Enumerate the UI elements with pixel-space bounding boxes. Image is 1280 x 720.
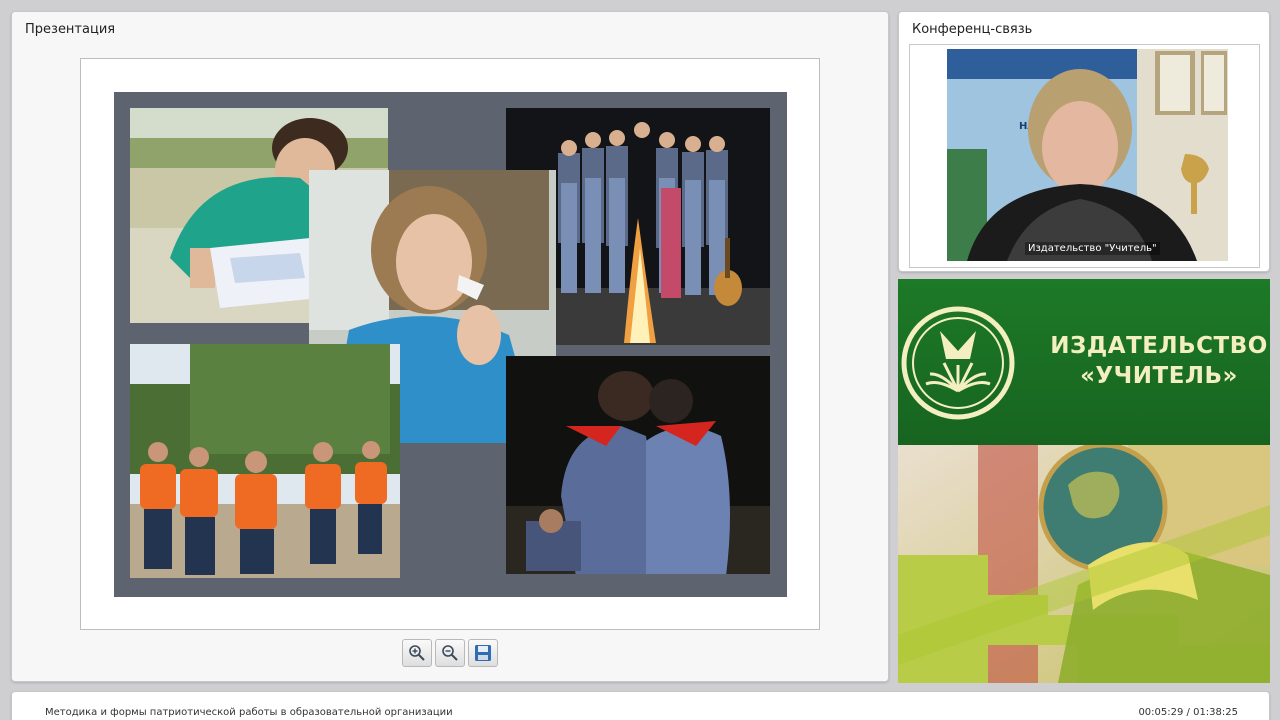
video-feed[interactable]: 25 НА КНИЖ Издательство "Учитель": [947, 49, 1228, 261]
lecture-title: Методика и формы патриотической работы в…: [45, 707, 453, 718]
caller-label: Издательство "Учитель": [1025, 242, 1160, 255]
playback-time: 00:05:29 / 01:38:25: [1138, 707, 1238, 718]
publisher-name: ИЗДАТЕЛЬСТВО «УЧИТЕЛЬ»: [1048, 331, 1270, 391]
publisher-banner[interactable]: ИЗДАТЕЛЬСТВО «УЧИТЕЛЬ»: [898, 279, 1270, 683]
photo-scouts-at-night: [506, 356, 770, 574]
publisher-logo-icon: [901, 306, 1015, 420]
publisher-name-line1: ИЗДАТЕЛЬСТВО: [1050, 333, 1268, 359]
save-icon: [475, 645, 491, 661]
zoom-in-icon: [409, 645, 425, 661]
video-container: 25 НА КНИЖ Издательство "Учитель": [909, 44, 1260, 268]
slide-frame: [80, 58, 820, 630]
save-button[interactable]: [468, 639, 498, 667]
banner-header: ИЗДАТЕЛЬСТВО «УЧИТЕЛЬ»: [898, 279, 1270, 445]
presentation-title: Презентация: [25, 22, 116, 37]
presentation-panel: Презентация: [11, 11, 889, 682]
zoom-out-button[interactable]: [435, 639, 465, 667]
zoom-out-icon: [442, 645, 458, 661]
video-panel-title: Конференц-связь: [912, 22, 1033, 37]
video-conference-panel: Конференц-связь 25 НА КНИЖ Издательство: [898, 11, 1270, 272]
publisher-name-line2: «УЧИТЕЛЬ»: [1080, 363, 1238, 389]
footer-bar: Методика и формы патриотической работы в…: [11, 691, 1270, 720]
slide: [114, 92, 787, 597]
zoom-toolbar: [402, 639, 498, 669]
photo-orange-shirts-group: [130, 344, 400, 578]
zoom-in-button[interactable]: [402, 639, 432, 667]
books-globe-illustration: [898, 445, 1270, 683]
